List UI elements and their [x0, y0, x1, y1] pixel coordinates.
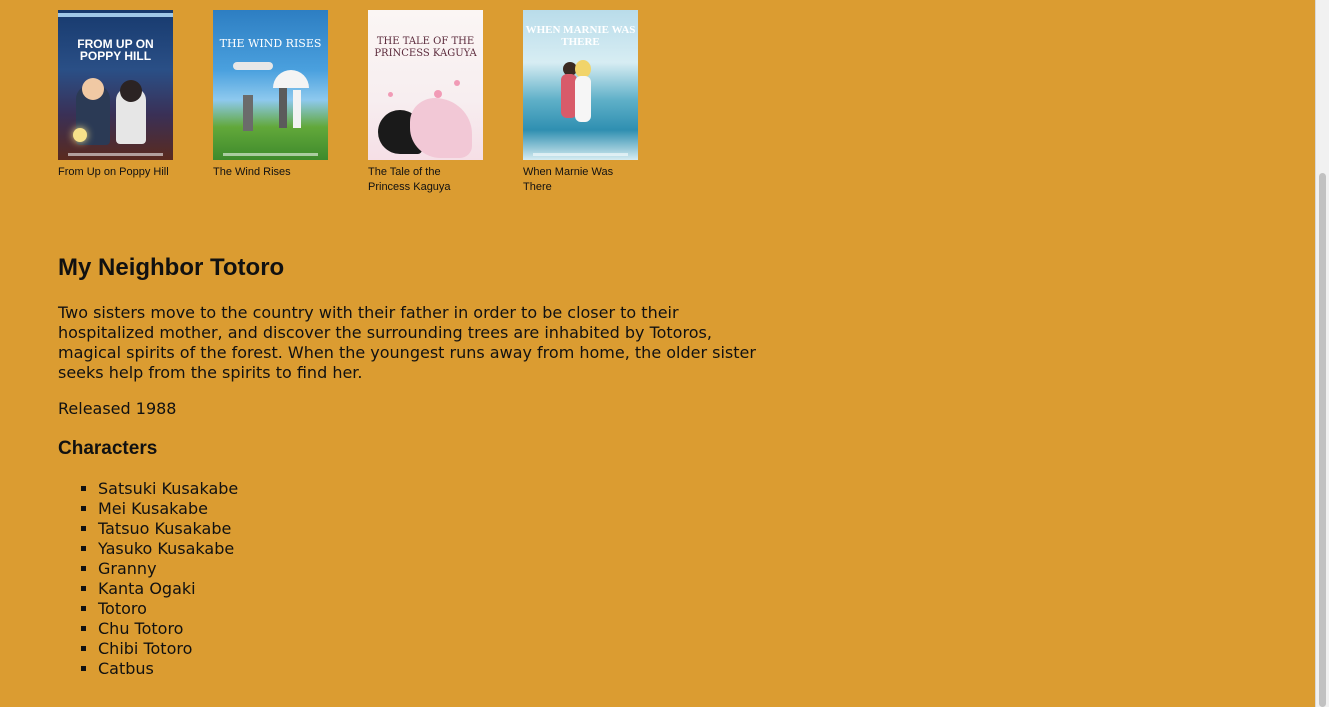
poster-footer [68, 153, 163, 156]
character-item: Granny [98, 559, 238, 579]
film-description: Two sisters move to the country with the… [58, 303, 756, 382]
character-item: Chibi Totoro [98, 639, 238, 659]
film-list: FROM UP ON POPPY HILL From Up on Poppy H… [58, 10, 638, 195]
character-item: Totoro [98, 599, 238, 619]
characters-list: Satsuki Kusakabe Mei Kusakabe Tatsuo Kus… [58, 479, 238, 679]
film-poster[interactable]: THE WIND RISES [213, 10, 328, 160]
film-title[interactable]: The Tale of the Princess Kaguya [368, 165, 483, 195]
scrollbar-thumb[interactable] [1319, 173, 1326, 707]
poster-title: WHEN MARNIE WAS THERE [525, 24, 636, 48]
character-item: Mei Kusakabe [98, 499, 238, 519]
film-detail-title: My Neighbor Totoro [58, 254, 285, 281]
character-item: Tatsuo Kusakabe [98, 519, 238, 539]
film-poster[interactable]: THE TALE OF THE PRINCESS KAGUYA [368, 10, 483, 160]
poster-footer [223, 153, 318, 156]
characters-heading: Characters [58, 438, 158, 459]
film-card-the-wind-rises[interactable]: THE WIND RISES The Wind Rises [213, 10, 328, 195]
poster-title: THE TALE OF THE PRINCESS KAGUYA [374, 36, 477, 59]
page-scrollbar[interactable] [1315, 0, 1329, 707]
film-detail: My Neighbor Totoro Two sisters move to t… [58, 252, 758, 678]
film-card-from-up-on-poppy-hill[interactable]: FROM UP ON POPPY HILL From Up on Poppy H… [58, 10, 173, 195]
poster-title: FROM UP ON POPPY HILL [77, 37, 154, 63]
film-poster[interactable]: FROM UP ON POPPY HILL [58, 10, 173, 160]
film-poster[interactable]: WHEN MARNIE WAS THERE [523, 10, 638, 160]
character-item: Kanta Ogaki [98, 579, 238, 599]
poster-title: THE WIND RISES [219, 37, 322, 50]
poster-footer [533, 153, 628, 156]
release-year: Released 1988 [58, 399, 177, 418]
character-item: Catbus [98, 659, 238, 679]
film-title[interactable]: When Marnie Was There [523, 165, 638, 195]
film-card-when-marnie-was-there[interactable]: WHEN MARNIE WAS THERE When Marnie Was Th… [523, 10, 638, 195]
poster-banner [58, 13, 173, 17]
character-item: Satsuki Kusakabe [98, 479, 238, 499]
film-title[interactable]: The Wind Rises [213, 165, 328, 180]
film-title[interactable]: From Up on Poppy Hill [58, 165, 173, 180]
character-item: Chu Totoro [98, 619, 238, 639]
character-item: Yasuko Kusakabe [98, 539, 238, 559]
film-card-the-tale-of-the-princess-kaguya[interactable]: THE TALE OF THE PRINCESS KAGUYA The Tale… [368, 10, 483, 195]
